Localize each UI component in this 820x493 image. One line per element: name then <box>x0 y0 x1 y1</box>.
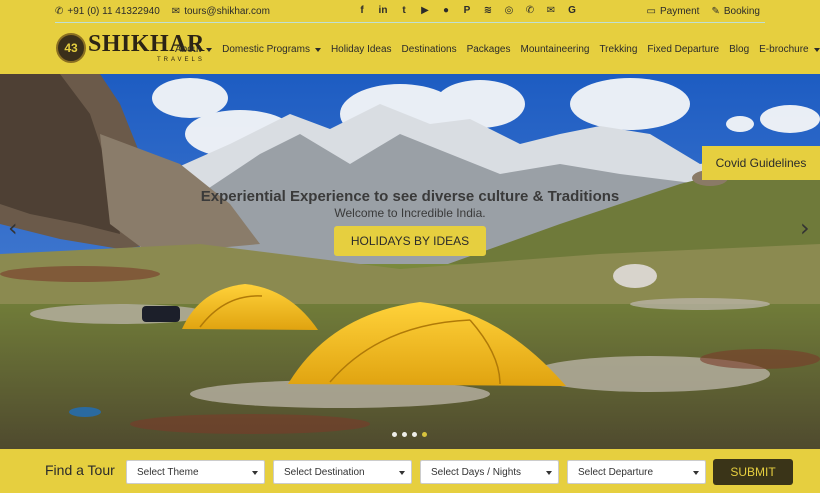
slider-prev-icon[interactable]: ‹ <box>8 214 18 242</box>
main-navbar: 43 SHIKHAR TRAVELS About Domestic Program… <box>0 24 820 74</box>
find-a-tour-label: Find a Tour <box>45 462 115 478</box>
nav-item-label: Holiday Ideas <box>330 44 392 55</box>
topbar-divider <box>55 22 765 23</box>
days-nights-select[interactable]: Select Days / Nights <box>420 460 559 484</box>
slider-dots <box>392 432 427 437</box>
twitter-icon[interactable]: t <box>398 4 410 17</box>
mail-icon: ✉ <box>171 6 181 17</box>
utility-links: ▭ Payment ✎ Booking <box>647 6 760 17</box>
pinterest-icon[interactable]: P <box>461 4 473 17</box>
contact-info: ✆ +91 (0) 11 41322940 ✉ tours@shikhar.com <box>55 6 270 17</box>
slider-next-icon[interactable]: › <box>800 214 810 242</box>
nav-item-packages[interactable]: Packages <box>467 44 511 55</box>
slider-dot[interactable] <box>402 432 407 437</box>
theme-select[interactable]: Select Theme <box>126 460 265 484</box>
hero-slider: Covid Guidelines Experiential Experience… <box>0 74 820 449</box>
slider-dot[interactable] <box>422 432 427 437</box>
destination-select[interactable]: Select Destination <box>273 460 412 484</box>
google-icon[interactable]: G <box>566 4 578 17</box>
nav-item-about[interactable]: About <box>175 44 213 55</box>
logo-badge: 43 <box>56 32 86 63</box>
nav-item-label: Mountaineering <box>520 44 590 55</box>
instagram-icon[interactable]: ◎ <box>503 4 515 17</box>
payment-icon: ▭ <box>646 6 656 17</box>
holidays-by-ideas-button[interactable]: HOLIDAYS BY IDEAS <box>334 226 486 256</box>
chevron-down-icon <box>546 471 552 475</box>
days-select-value: Select Days / Nights <box>431 466 522 478</box>
nav-item-domestic-programs[interactable]: Domestic Programs <box>222 44 321 55</box>
nav-item-trekking[interactable]: Trekking <box>599 44 637 55</box>
chevron-down-icon <box>206 47 213 52</box>
linkedin-icon[interactable]: in <box>377 4 389 17</box>
chevron-down-icon <box>693 471 699 475</box>
phone-icon: ✆ <box>55 6 64 17</box>
find-a-tour-bar: Find a Tour Select Theme Select Destinat… <box>0 449 820 493</box>
nav-item-label: E-brochure <box>759 44 809 55</box>
phone-number: +91 (0) 11 41322940 <box>67 6 160 17</box>
flickr-icon[interactable]: ● <box>440 4 452 17</box>
nav-item-destinations[interactable]: Destinations <box>402 44 457 55</box>
chevron-down-icon <box>314 47 321 52</box>
whatsapp-icon[interactable]: ✆ <box>524 4 536 17</box>
youtube-icon[interactable]: ▶ <box>419 4 431 17</box>
nav-item-label: Domestic Programs <box>222 44 310 55</box>
nav-item-label: About <box>175 44 202 55</box>
theme-select-value: Select Theme <box>137 466 199 478</box>
rss-icon[interactable]: ≋ <box>482 4 494 17</box>
slider-dot[interactable] <box>412 432 417 437</box>
nav-item-blog[interactable]: Blog <box>729 44 749 55</box>
nav-item-mountaineering[interactable]: Mountaineering <box>521 44 590 55</box>
nav-item-e-brochure[interactable]: E-brochure <box>759 44 820 55</box>
hero-subtitle: Welcome to Incredible India. <box>334 206 486 220</box>
booking-label: Booking <box>723 6 760 17</box>
nav-item-label: Blog <box>729 44 750 55</box>
submit-button[interactable]: SUBMIT <box>713 459 793 485</box>
logo-sub: TRAVELS <box>156 57 205 63</box>
nav-item-holiday-ideas[interactable]: Holiday Ideas <box>331 44 392 55</box>
nav-item-fixed-departure[interactable]: Fixed Departure <box>647 44 719 55</box>
booking-icon: ✎ <box>711 6 720 17</box>
email-link[interactable]: ✉ tours@shikhar.com <box>172 6 270 17</box>
social-links: f in t ▶ ● P ≋ ◎ ✆ ✉ G <box>356 4 578 17</box>
nav-item-label: Packages <box>466 44 511 55</box>
hero-title: Experiential Experience to see diverse c… <box>200 188 620 205</box>
nav-item-label: Destinations <box>401 44 457 55</box>
booking-link[interactable]: ✎ Booking <box>711 6 760 17</box>
top-contact-bar: ✆ +91 (0) 11 41322940 ✉ tours@shikhar.com … <box>0 0 820 24</box>
covid-guidelines-button[interactable]: Covid Guidelines <box>702 146 820 180</box>
departure-select-value: Select Departure <box>578 466 654 478</box>
phone-link[interactable]: ✆ +91 (0) 11 41322940 <box>55 6 160 17</box>
chevron-down-icon <box>813 47 820 52</box>
chevron-down-icon <box>252 471 258 475</box>
destination-select-value: Select Destination <box>284 466 365 478</box>
nav-menu: About Domestic Programs Holiday Ideas Desti… <box>175 44 820 55</box>
slider-dot[interactable] <box>392 432 397 437</box>
nav-item-label: Trekking <box>599 44 638 55</box>
departure-select[interactable]: Select Departure <box>567 460 706 484</box>
mail-icon[interactable]: ✉ <box>545 4 557 17</box>
payment-link[interactable]: ▭ Payment <box>647 6 700 17</box>
facebook-icon[interactable]: f <box>356 4 368 17</box>
email-address: tours@shikhar.com <box>184 6 270 17</box>
hero-image <box>0 74 820 449</box>
payment-label: Payment <box>660 6 700 17</box>
nav-item-label: Fixed Departure <box>647 44 720 55</box>
chevron-down-icon <box>399 471 405 475</box>
